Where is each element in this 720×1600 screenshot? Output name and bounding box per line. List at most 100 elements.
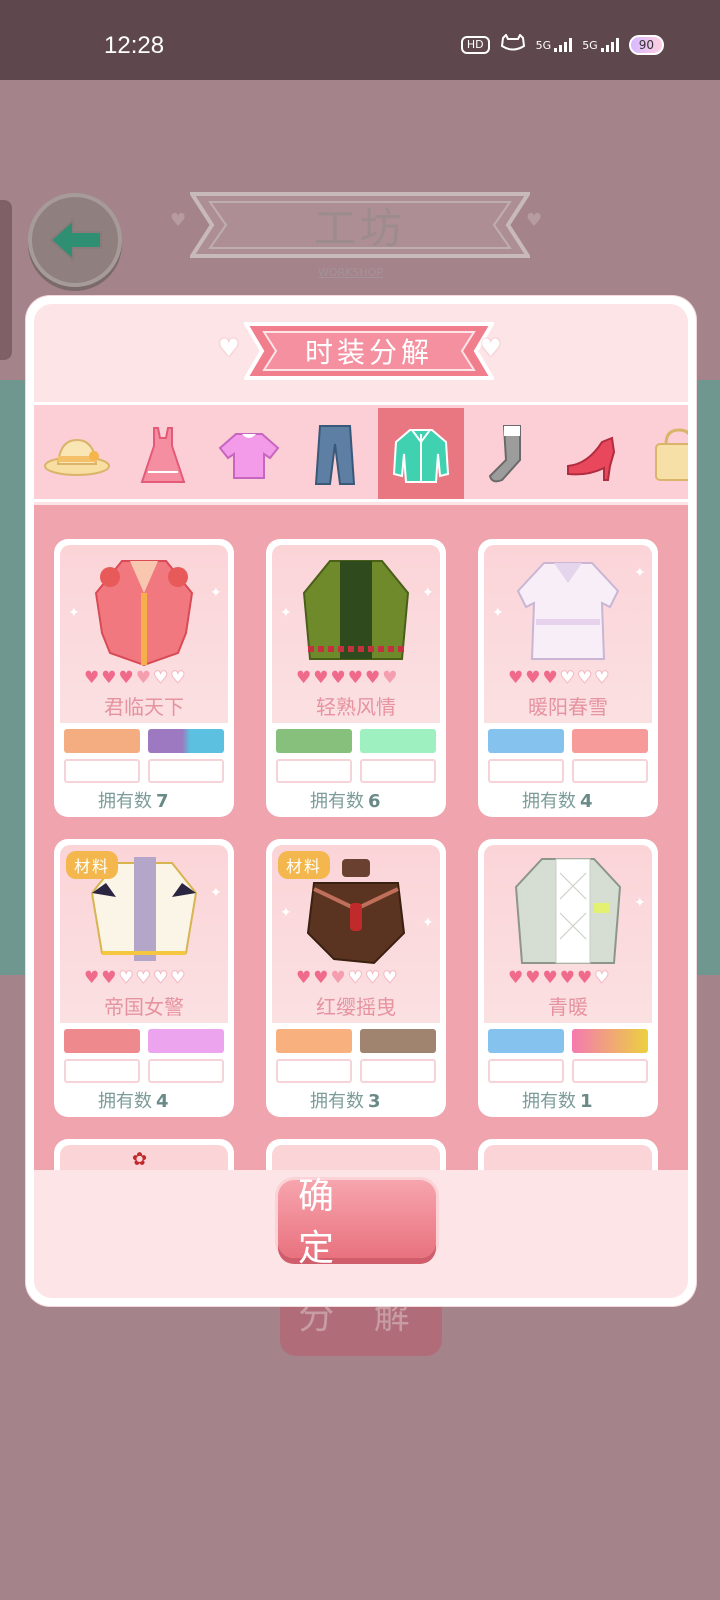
item-card[interactable]: [478, 1139, 658, 1170]
owned-label: 拥有数: [310, 1091, 364, 1112]
owned-count: 拥有数 3: [310, 1087, 381, 1113]
heart-icon: ♥: [218, 334, 240, 362]
material-tag: 材料: [66, 851, 119, 879]
color-swatches: [64, 729, 224, 783]
item-name: 轻熟风情: [316, 695, 396, 719]
side-tab: [0, 200, 12, 360]
status-icons: HD 5G 5G 90: [460, 33, 664, 55]
empty-slot: [276, 759, 352, 783]
modal-title: 时装分解: [304, 336, 433, 369]
color-swatch: [148, 729, 224, 753]
empty-slot: [148, 759, 224, 783]
tab-coat[interactable]: [378, 408, 464, 499]
tab-top[interactable]: [206, 408, 292, 499]
workshop-subtitle: WORKSHOP: [318, 266, 383, 279]
category-tabs: [34, 402, 688, 502]
item-card[interactable]: ✦ 材料 ♥ ♥ ♥ ♥ ♥ ♥ 帝国女警 拥有数 4: [54, 839, 234, 1117]
item-name: 青暖: [548, 995, 588, 1019]
color-swatch: [276, 1029, 352, 1053]
empty-slot: [572, 1059, 648, 1083]
color-swatch: [488, 1029, 564, 1053]
back-button[interactable]: [28, 193, 122, 287]
socks-icon: [488, 425, 521, 483]
network-type-1: 5G: [535, 38, 552, 52]
empty-slot: [488, 759, 564, 783]
empty-slot: [488, 1059, 564, 1083]
color-swatches: [276, 729, 436, 783]
empty-slot: [360, 759, 436, 783]
decompose-modal: 时装分解 ♥ ♥ ✦ ✦ ♥ ♥ ♥ ♥ ♥ ♥ 君临天下 拥有数 7 ✦ ✦ …: [26, 296, 696, 1306]
tab-hat[interactable]: [34, 408, 120, 499]
owned-value: 4: [580, 791, 593, 812]
color-swatches: [488, 1029, 648, 1083]
empty-slot: [360, 1059, 436, 1083]
rating-hearts: ♥ ♥ ♥ ♥ ♥ ♥: [84, 968, 186, 988]
empty-slot: [64, 759, 140, 783]
owned-count: 拥有数 4: [98, 1087, 169, 1113]
network-type-2: 5G: [582, 38, 598, 52]
coat-icon: [392, 429, 450, 483]
item-name: 红缨摇曳: [316, 995, 396, 1019]
owned-value: 4: [156, 1091, 169, 1112]
color-swatch: [360, 1029, 436, 1053]
battery-icon: 90: [628, 34, 664, 55]
workshop-title: 工坊: [313, 203, 406, 253]
color-swatch: [64, 729, 140, 753]
color-swatch: [360, 729, 436, 753]
tab-shoes[interactable]: [550, 408, 636, 499]
item-name: 暖阳春雪: [528, 695, 608, 719]
modal-title-ribbon: 时装分解: [244, 318, 494, 384]
heart-icon: ♥: [170, 210, 187, 231]
signal-icon-2: 5G: [582, 37, 619, 52]
top-icon: [218, 433, 280, 479]
color-swatch: [572, 729, 648, 753]
status-time: 12:28: [104, 32, 165, 59]
empty-slot: [148, 1059, 224, 1083]
tab-bag[interactable]: [636, 408, 688, 499]
owned-label: 拥有数: [98, 791, 152, 812]
rating-hearts: ♥ ♥ ♥ ♥ ♥ ♥: [508, 968, 610, 988]
item-card[interactable]: ✿: [54, 1139, 234, 1170]
owned-value: 6: [368, 791, 381, 812]
confirm-button[interactable]: 确 定: [278, 1176, 436, 1269]
coat-illustration: [94, 560, 194, 667]
item-card[interactable]: ✦ ♥ ♥ ♥ ♥ ♥ ♥ 青暖 拥有数 1: [478, 839, 658, 1117]
tab-socks[interactable]: [464, 408, 550, 499]
heart-icon: ♥: [480, 334, 502, 362]
material-tag: 材料: [278, 851, 331, 879]
item-card[interactable]: [266, 1139, 446, 1170]
color-swatch: [64, 1029, 140, 1053]
owned-value: 3: [368, 1091, 381, 1112]
cat-icon: [500, 33, 526, 55]
color-swatch: [276, 729, 352, 753]
color-swatches: [64, 1029, 224, 1083]
battery-level: 90: [638, 37, 654, 52]
bag-icon: [655, 428, 688, 481]
item-card[interactable]: ✦ ✦ ♥ ♥ ♥ ♥ ♥ ♥ 君临天下 拥有数 7: [54, 539, 234, 817]
color-swatch: [572, 1029, 648, 1053]
item-name: 帝国女警: [104, 995, 184, 1019]
rating-hearts: ♥ ♥ ♥ ♥ ♥ ♥: [508, 668, 610, 688]
hd-icon: HD: [460, 35, 490, 54]
modal-body: 时装分解 ♥ ♥ ✦ ✦ ♥ ♥ ♥ ♥ ♥ ♥ 君临天下 拥有数 7 ✦ ✦ …: [34, 304, 688, 1298]
coat-illustration: [514, 858, 622, 964]
hat-icon: [44, 438, 110, 476]
item-card[interactable]: ✦ ✦ 材料 ♥ ♥ ♥ ♥ ♥ ♥ 红缨摇曳 拥有数 3: [266, 839, 446, 1117]
signal-icon-1: 5G: [535, 37, 573, 52]
item-name: 君临天下: [104, 695, 184, 719]
rating-hearts: ♥ ♥ ♥ ♥ ♥ ♥: [84, 668, 186, 688]
owned-count: 拥有数 7: [98, 787, 169, 813]
rating-hearts: ♥ ♥ ♥ ♥ ♥ ♥: [296, 668, 398, 688]
workshop-banner: 工坊: [190, 190, 530, 260]
color-swatches: [276, 1029, 436, 1083]
tab-dress[interactable]: [120, 408, 206, 499]
owned-label: 拥有数: [98, 1091, 152, 1112]
tab-pants[interactable]: [292, 408, 378, 499]
empty-slot: [64, 1059, 140, 1083]
owned-count: 拥有数 4: [522, 787, 593, 813]
empty-slot: [276, 1059, 352, 1083]
owned-label: 拥有数: [522, 791, 576, 812]
owned-count: 拥有数 6: [310, 787, 381, 813]
item-card[interactable]: ✦ ✦ ♥ ♥ ♥ ♥ ♥ ♥ 暖阳春雪 拥有数 4: [478, 539, 658, 817]
item-card[interactable]: ✦ ✦ ♥ ♥ ♥ ♥ ♥ ♥ 轻熟风情 拥有数 6: [266, 539, 446, 817]
